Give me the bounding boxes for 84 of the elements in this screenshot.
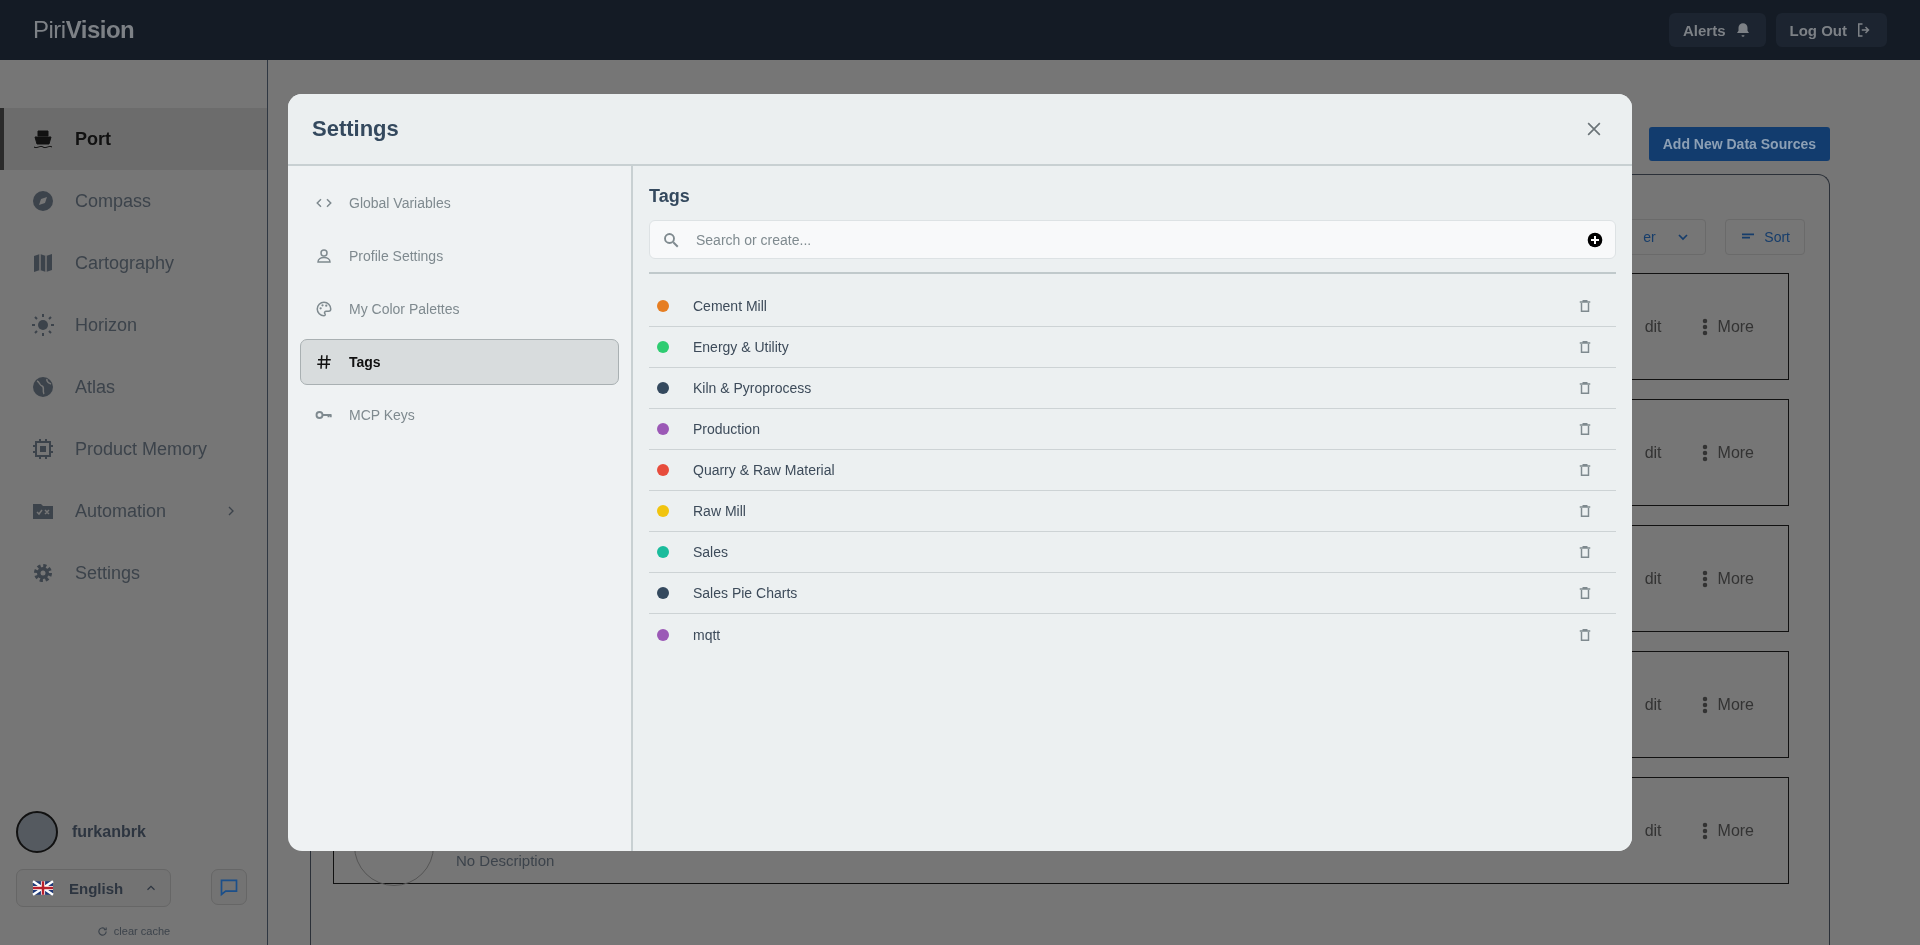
dots-vertical-icon: [1701, 443, 1708, 462]
compass-icon: [31, 189, 55, 213]
trash-icon: [1578, 298, 1592, 314]
settings-nav-item[interactable]: My Color Palettes: [300, 286, 619, 332]
more-button[interactable]: More: [1701, 569, 1754, 588]
chat-icon: [219, 877, 239, 897]
user-name: furkanbrk: [72, 823, 146, 841]
tag-name: Raw Mill: [693, 503, 746, 519]
edit-button[interactable]: dit: [1644, 569, 1662, 588]
delete-button[interactable]: [1578, 298, 1592, 314]
delete-button[interactable]: [1578, 339, 1592, 355]
settings-icon: [31, 561, 55, 585]
sun-icon: [31, 313, 55, 337]
globe-icon: [31, 375, 55, 399]
edit-button[interactable]: dit: [1644, 317, 1662, 336]
sidebar-item[interactable]: Product Memory: [0, 418, 267, 480]
delete-button[interactable]: [1578, 503, 1592, 519]
sort-button[interactable]: Sort: [1725, 219, 1805, 255]
chip-icon: [31, 437, 55, 461]
sidebar-item[interactable]: Settings: [0, 542, 267, 604]
delete-button[interactable]: [1578, 380, 1592, 396]
more-button[interactable]: More: [1701, 695, 1754, 714]
add-icon: [1587, 231, 1603, 248]
tag-name: Sales: [693, 544, 729, 560]
tag-name: Cement Mill: [693, 298, 767, 314]
sidebar-item[interactable]: Port: [0, 108, 267, 170]
trash-icon: [1578, 503, 1592, 519]
app-logo: PiriVision: [33, 16, 135, 44]
tag-name: Energy & Utility: [693, 339, 789, 355]
delete-button[interactable]: [1578, 585, 1592, 601]
trash-icon: [1578, 544, 1592, 560]
delete-button[interactable]: [1578, 462, 1592, 478]
sidebar-item[interactable]: Atlas: [0, 356, 267, 418]
settings-nav-item[interactable]: Profile Settings: [300, 233, 619, 279]
settings-nav-item[interactable]: Global Variables: [300, 180, 619, 226]
section-title: Tags: [649, 186, 691, 207]
delete-button[interactable]: [1578, 544, 1592, 560]
tag-name: mqtt: [693, 626, 721, 643]
delete-button[interactable]: [1578, 626, 1592, 643]
trash-icon: [1578, 626, 1592, 643]
language-select[interactable]: English: [16, 869, 171, 907]
card-description: No Description: [456, 852, 555, 869]
avatar: [16, 811, 58, 853]
tag-name: Production: [693, 421, 760, 437]
trash-icon: [1578, 421, 1592, 437]
tag-name: Kiln & Pyroprocess: [693, 380, 812, 396]
map-icon: [31, 251, 55, 275]
edit-button[interactable]: dit: [1644, 695, 1662, 714]
dialog-title: Settings: [312, 116, 399, 142]
dots-vertical-icon: [1701, 821, 1708, 840]
trash-icon: [1578, 380, 1592, 396]
sidebar-item[interactable]: Compass: [0, 170, 267, 232]
refresh-icon: [96, 925, 108, 937]
tag-name: Sales Pie Charts: [693, 585, 798, 601]
search-field[interactable]: Search or create...: [649, 220, 1616, 259]
sidebar-item[interactable]: Cartography: [0, 232, 267, 294]
more-button[interactable]: More: [1701, 821, 1754, 840]
add-data-sources-button[interactable]: Add New Data Sources: [1648, 127, 1830, 161]
ship-icon: [31, 127, 55, 151]
sidebar-item[interactable]: Horizon: [0, 294, 267, 356]
person-icon: [315, 247, 333, 265]
more-button[interactable]: More: [1701, 443, 1754, 462]
delete-button[interactable]: [1578, 421, 1592, 437]
search-icon: [662, 230, 680, 249]
clear-cache-button[interactable]: clear cache: [96, 925, 171, 937]
edit-button[interactable]: dit: [1644, 443, 1662, 462]
header-button[interactable]: Alerts: [1669, 13, 1766, 47]
dots-vertical-icon: [1701, 695, 1708, 714]
dots-vertical-icon: [1701, 569, 1708, 588]
sidebar-item[interactable]: Automation: [0, 480, 267, 542]
settings-nav-item[interactable]: MCP Keys: [300, 392, 619, 438]
header-button[interactable]: Log Out: [1775, 13, 1887, 47]
trash-icon: [1578, 585, 1592, 601]
tag-name: Quarry & Raw Material: [693, 462, 835, 478]
hash-icon: [315, 353, 333, 371]
more-button[interactable]: More: [1701, 317, 1754, 336]
edit-button[interactable]: dit: [1644, 821, 1662, 840]
chat-button[interactable]: [211, 869, 247, 905]
trash-icon: [1578, 339, 1592, 355]
dots-vertical-icon: [1701, 317, 1708, 336]
trash-icon: [1578, 462, 1592, 478]
settings-nav-item[interactable]: Tags: [300, 339, 619, 385]
palette-icon: [315, 300, 333, 318]
search-input[interactable]: Search or create...: [694, 230, 1573, 249]
